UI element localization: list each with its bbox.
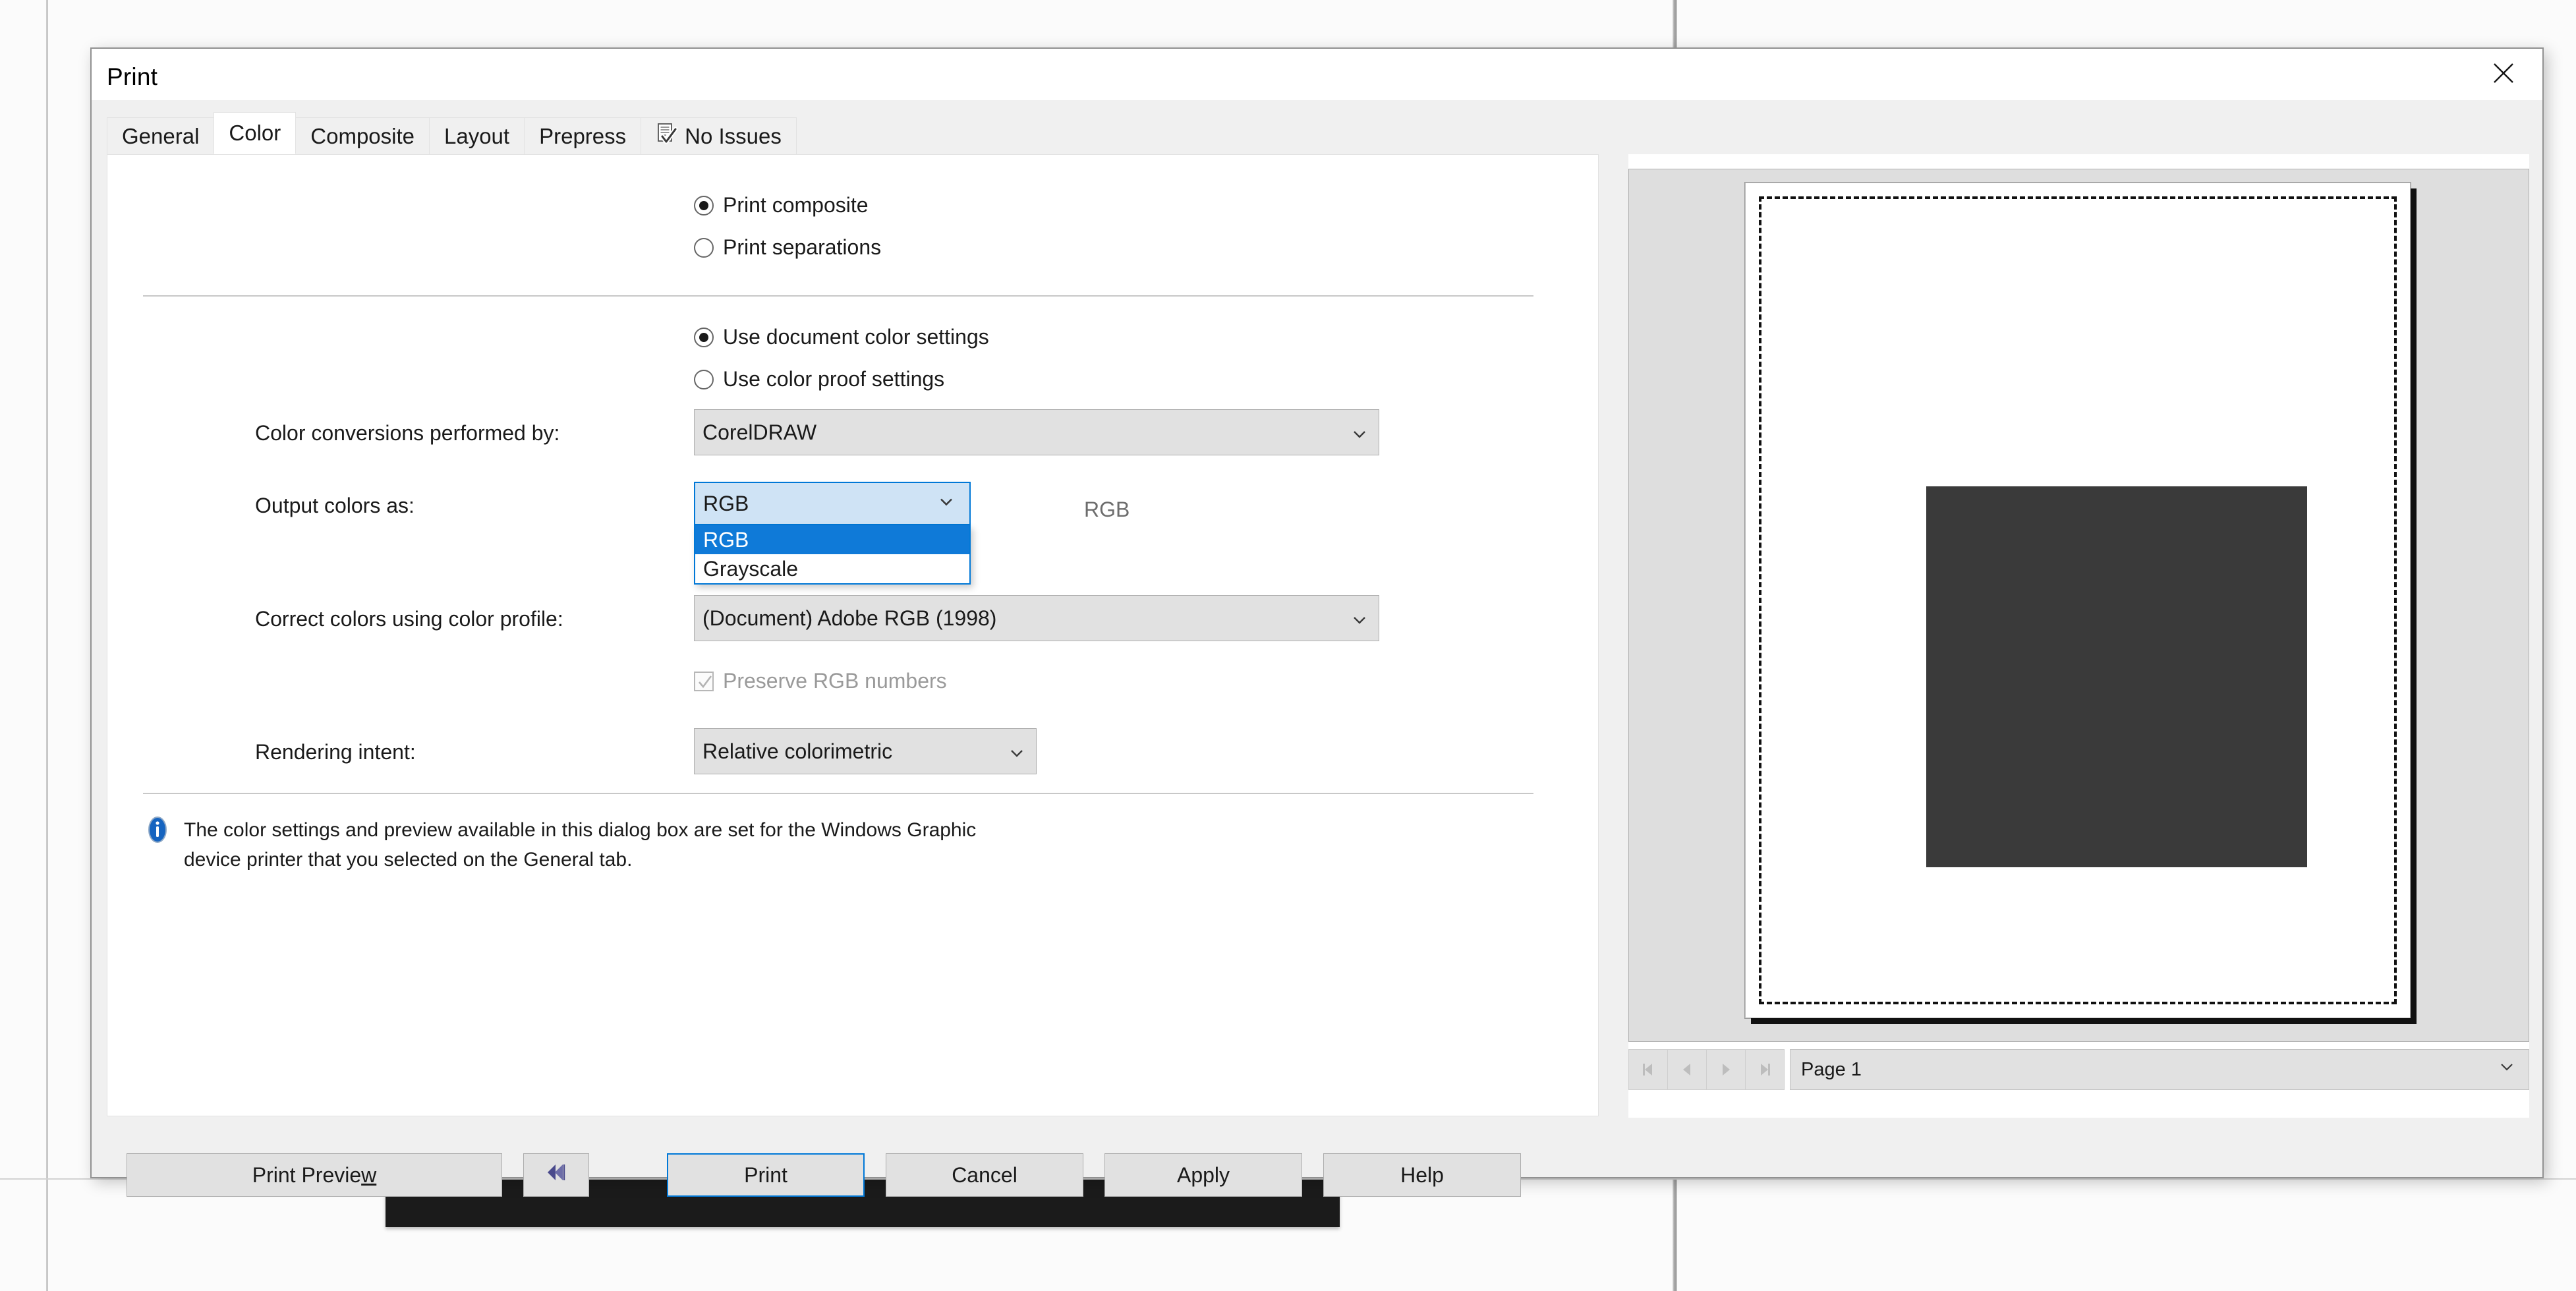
radio-print-composite[interactable]: Print composite (694, 193, 869, 217)
info-message-line2: device printer that you selected on the … (184, 849, 633, 871)
tab-general-label: General (122, 123, 200, 148)
cancel-button[interactable]: Cancel (886, 1153, 1083, 1197)
chevron-down-icon (1351, 424, 1368, 441)
chevron-down-icon (1008, 743, 1025, 760)
info-message-line1: The color settings and preview available… (184, 819, 977, 841)
info-icon (143, 815, 172, 875)
print-button-label: Print (744, 1162, 787, 1187)
radio-print-separations-indicator (694, 237, 714, 258)
radio-use-color-proof-settings-indicator (694, 369, 714, 389)
close-icon[interactable] (2465, 49, 2542, 98)
tab-list: General Color Composite Layout Prepress (107, 112, 797, 154)
option-grayscale-label: Grayscale (703, 556, 799, 581)
cancel-button-label: Cancel (952, 1162, 1017, 1187)
radio-use-document-color-settings[interactable]: Use document color settings (694, 325, 989, 349)
tab-no-issues[interactable]: No Issues (641, 117, 797, 154)
checkbox-preserve-rgb-numbers-indicator (694, 671, 714, 691)
dialog-button-row: Print Previe w Print Cancel Apply Help (107, 1145, 1599, 1205)
dialog-titlebar: Print (92, 49, 2542, 100)
tab-layout[interactable]: Layout (429, 117, 525, 154)
radio-use-document-color-settings-label: Use document color settings (723, 325, 989, 349)
print-button[interactable]: Print (667, 1153, 865, 1197)
combo-output-colors-as-value: RGB (703, 491, 749, 515)
combo-color-conversions[interactable]: CorelDRAW (694, 409, 1379, 455)
next-page-icon[interactable] (1706, 1049, 1746, 1090)
tab-layout-label: Layout (444, 123, 510, 148)
combo-correct-colors-profile[interactable]: (Document) Adobe RGB (1998) (694, 595, 1379, 641)
radio-print-composite-label: Print composite (723, 193, 869, 217)
print-preview-button-accesskey: w (361, 1162, 377, 1187)
radio-use-document-color-settings-indicator (694, 327, 714, 347)
combo-color-conversions-value: CorelDRAW (702, 420, 817, 444)
option-rgb-label: RGB (703, 527, 749, 552)
collapse-dialog-button[interactable] (523, 1153, 589, 1197)
preview-page-object (1926, 486, 2307, 867)
info-message-text: The color settings and preview available… (184, 815, 976, 875)
previous-page-icon[interactable] (1667, 1049, 1707, 1090)
tab-prepress-label: Prepress (539, 123, 627, 148)
option-rgb[interactable]: RGB (695, 525, 969, 554)
color-tab-panel: Print composite Print separations Use do… (107, 154, 1599, 1116)
document-check-icon (656, 123, 678, 150)
last-page-icon[interactable] (1745, 1049, 1785, 1090)
combo-rendering-intent[interactable]: Relative colorimetric (694, 728, 1037, 774)
label-color-conversions: Color conversions performed by: (255, 421, 560, 445)
tab-composite[interactable]: Composite (295, 117, 430, 154)
print-preview-pane: Page 1 (1628, 154, 2529, 1118)
combo-correct-colors-profile-value: (Document) Adobe RGB (1998) (702, 606, 997, 630)
rewind-icon (544, 1162, 568, 1188)
radio-use-color-proof-settings-label: Use color proof settings (723, 367, 945, 391)
combo-output-colors-as[interactable]: RGB (694, 482, 971, 525)
help-button[interactable]: Help (1323, 1153, 1521, 1197)
background-vertical-divider-left (46, 0, 48, 1291)
divider-bottom (143, 793, 1533, 794)
label-rendering-intent: Rendering intent: (255, 740, 416, 764)
preview-canvas[interactable] (1628, 169, 2529, 1042)
info-message: The color settings and preview available… (143, 815, 1474, 875)
chevron-down-icon (2498, 1058, 2515, 1081)
preview-page-sheet (1745, 183, 2411, 1018)
print-dialog: Print General Color Composite Layout Pre… (90, 47, 2544, 1197)
combo-rendering-intent-value: Relative colorimetric (702, 739, 893, 763)
tab-color-label: Color (229, 121, 281, 145)
chevron-down-icon (1351, 610, 1368, 627)
divider-top (143, 295, 1533, 297)
dialog-title: Print (107, 63, 158, 90)
apply-button[interactable]: Apply (1104, 1153, 1302, 1197)
tab-prepress[interactable]: Prepress (524, 117, 642, 154)
obscured-text-rgb: RGB (1084, 498, 1130, 521)
tab-composite-label: Composite (310, 123, 415, 148)
radio-print-separations-label: Print separations (723, 235, 882, 259)
preview-page-navigation: Page 1 (1628, 1049, 2529, 1090)
first-page-icon[interactable] (1628, 1049, 1668, 1090)
tab-no-issues-label: No Issues (685, 123, 782, 148)
tab-color[interactable]: Color (214, 112, 297, 154)
radio-print-separations[interactable]: Print separations (694, 235, 881, 260)
tabstrip-container: General Color Composite Layout Prepress (92, 100, 2542, 1197)
radio-print-composite-indicator (694, 195, 714, 215)
print-preview-button[interactable]: Print Previe w (127, 1153, 502, 1197)
label-output-colors-as: Output colors as: (255, 494, 415, 517)
page-selector-combo[interactable]: Page 1 (1790, 1049, 2529, 1090)
apply-button-label: Apply (1176, 1162, 1230, 1187)
tab-general[interactable]: General (107, 117, 215, 154)
label-correct-colors-profile: Correct colors using color profile: (255, 607, 563, 631)
combo-output-colors-as-dropdown: RGB Grayscale (694, 525, 971, 585)
checkbox-preserve-rgb-numbers-label: Preserve RGB numbers (723, 669, 947, 693)
checkbox-preserve-rgb-numbers: Preserve RGB numbers (694, 669, 947, 693)
option-grayscale[interactable]: Grayscale (695, 554, 969, 583)
radio-use-color-proof-settings[interactable]: Use color proof settings (694, 367, 944, 391)
help-button-label: Help (1400, 1162, 1444, 1187)
chevron-down-icon (938, 492, 955, 516)
print-preview-button-label: Print Previe (252, 1162, 362, 1187)
page-selector-value: Page 1 (1801, 1058, 1862, 1080)
